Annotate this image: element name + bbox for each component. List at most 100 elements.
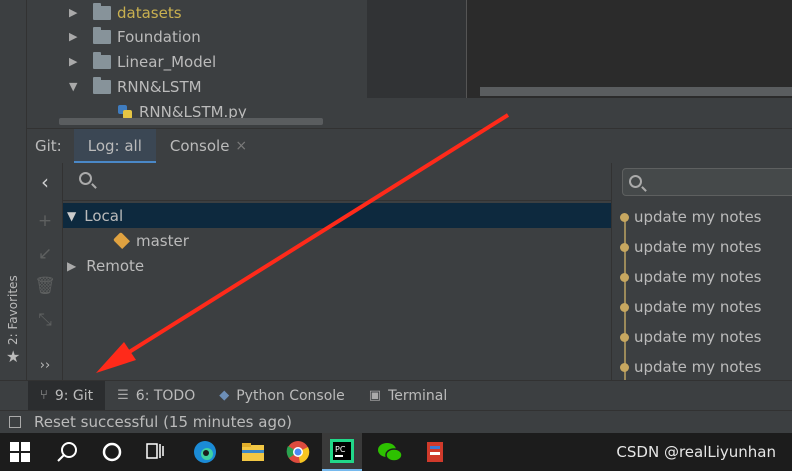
search-icon: [629, 175, 642, 188]
file-explorer-icon[interactable]: [233, 433, 273, 471]
python-icon: ◆: [219, 388, 230, 403]
search-icon[interactable]: [47, 433, 87, 471]
chevron-right-icon[interactable]: ▶: [67, 259, 76, 273]
git-side-toolbar: ‹ + ↙ 🗑 ⤡ ››: [27, 163, 63, 380]
tree-item-label: Linear_Model: [117, 52, 217, 71]
commit-message: update my notes: [634, 298, 762, 316]
commit-message: update my notes: [634, 328, 762, 346]
status-message[interactable]: Reset successful (15 minutes ago): [34, 413, 292, 431]
folder-icon: [93, 2, 111, 20]
pycharm-icon[interactable]: PC: [322, 433, 362, 471]
tree-item-label: Foundation: [117, 27, 201, 46]
editor-panel: [367, 0, 467, 98]
branch-group-remote[interactable]: ▶ Remote: [63, 253, 611, 278]
favorites-label[interactable]: 2: Favorites: [6, 275, 20, 345]
tool-tab-todo[interactable]: ☰ 6: TODO: [105, 381, 207, 411]
git-branch-icon: ⑂: [40, 388, 48, 403]
git-tool-window-header: Git: Log: all Console ×: [27, 128, 792, 164]
commit-dot: [620, 332, 629, 342]
commit-message: update my notes: [634, 238, 762, 256]
commit-dot: [620, 302, 629, 312]
branch-group-local[interactable]: ▼ Local: [63, 203, 611, 228]
tree-item-datasets[interactable]: ▶ datasets: [69, 0, 182, 25]
tree-item-foundation[interactable]: ▶ Foundation: [69, 24, 201, 49]
tree-horizontal-scrollbar[interactable]: [59, 118, 323, 125]
branches-panel: ▼ Local master ▶ Remote: [63, 163, 611, 380]
commit-row[interactable]: update my notes: [612, 202, 792, 232]
commit-message: update my notes: [634, 358, 762, 376]
list-icon: ☰: [117, 388, 129, 403]
app-icon[interactable]: [415, 433, 455, 471]
chevron-down-icon[interactable]: ▼: [69, 80, 81, 93]
delete-icon[interactable]: 🗑: [27, 276, 63, 296]
status-bar: Reset successful (15 minutes ago): [0, 410, 792, 433]
folder-icon: [93, 76, 111, 94]
left-tool-strip: 2: Favorites ★: [0, 0, 27, 380]
chevron-down-icon[interactable]: ▼: [67, 209, 76, 223]
wechat-icon[interactable]: [370, 433, 410, 471]
task-view-icon[interactable]: [137, 433, 177, 471]
folder-icon: [93, 26, 111, 44]
star-icon[interactable]: ★: [6, 347, 20, 366]
edge-browser-icon[interactable]: [185, 433, 225, 471]
commit-search-field[interactable]: [622, 168, 792, 196]
editor-horizontal-scrollbar[interactable]: [480, 87, 792, 96]
tool-tab-terminal[interactable]: ▣ Terminal: [357, 381, 459, 411]
cortana-icon[interactable]: [92, 433, 132, 471]
folder-icon: [93, 51, 111, 69]
tool-tab-git[interactable]: ⑂ 9: Git: [28, 380, 106, 411]
branch-search-field[interactable]: [63, 163, 611, 201]
tool-tab-label: 6: TODO: [135, 387, 196, 404]
tree-item-linear-model[interactable]: ▶ Linear_Model: [69, 49, 216, 74]
more-icon[interactable]: ››: [27, 358, 63, 373]
commit-row[interactable]: update my notes: [612, 292, 792, 322]
chevron-right-icon[interactable]: ▶: [69, 55, 81, 68]
tool-tab-label: Terminal: [388, 387, 448, 404]
search-icon: [79, 172, 92, 185]
checkout-icon[interactable]: ↙: [27, 244, 63, 264]
tab-label: Log: all: [87, 137, 142, 155]
tab-console[interactable]: Console ×: [156, 129, 261, 164]
chrome-icon[interactable]: [278, 433, 318, 471]
windows-taskbar: PC CSDN @realLiyunhan: [0, 433, 792, 471]
branch-group-label: Local: [84, 206, 124, 225]
chevron-right-icon[interactable]: ▶: [69, 30, 81, 43]
add-icon[interactable]: +: [27, 211, 63, 231]
branch-group-label: Remote: [86, 256, 145, 275]
compare-icon[interactable]: ⤡: [27, 310, 63, 330]
tool-tab-label: Python Console: [236, 387, 345, 404]
tool-tab-python-console[interactable]: ◆ Python Console: [207, 381, 357, 411]
tree-item-label: RNN&LSTM: [117, 77, 202, 96]
commit-message: update my notes: [634, 268, 762, 286]
project-tree: ▶ datasets ▶ Foundation ▶ Linear_Model ▼…: [27, 0, 367, 128]
terminal-icon: ▣: [368, 388, 382, 403]
back-icon[interactable]: ‹: [27, 170, 63, 194]
tree-item-label: datasets: [117, 3, 182, 22]
commit-row[interactable]: update my notes: [612, 322, 792, 352]
tag-icon: [113, 232, 130, 249]
commit-message: update my notes: [634, 208, 762, 226]
svg-text:PC: PC: [335, 445, 346, 454]
commit-dot: [620, 362, 629, 372]
commit-dot: [620, 272, 629, 282]
commit-dot: [620, 242, 629, 252]
branch-item-master[interactable]: master: [63, 228, 611, 253]
tool-tab-label: 9: Git: [54, 387, 94, 404]
commit-row[interactable]: update my notes: [612, 352, 792, 382]
square-icon[interactable]: [9, 416, 21, 428]
tab-log-all[interactable]: Log: all: [73, 128, 157, 164]
tab-label: Console: [169, 137, 230, 155]
tree-item-rnn-lstm[interactable]: ▼ RNN&LSTM: [69, 74, 202, 99]
editor-bottom-bar: [367, 98, 792, 128]
tool-window-tabs: ⑂ 9: Git ☰ 6: TODO ◆ Python Console ▣ Te…: [0, 380, 792, 411]
chevron-right-icon[interactable]: ▶: [69, 6, 81, 19]
watermark-text: CSDN @realLiyunhan: [616, 443, 776, 461]
commit-row[interactable]: update my notes: [612, 262, 792, 292]
git-window-title: Git:: [35, 137, 62, 155]
branch-label: master: [136, 231, 189, 250]
commit-log-panel: update my notes update my notes update m…: [611, 163, 792, 380]
commit-dot: [620, 212, 629, 222]
close-icon[interactable]: ×: [235, 138, 247, 154]
commit-row[interactable]: update my notes: [612, 232, 792, 262]
windows-start-icon[interactable]: [0, 433, 40, 471]
